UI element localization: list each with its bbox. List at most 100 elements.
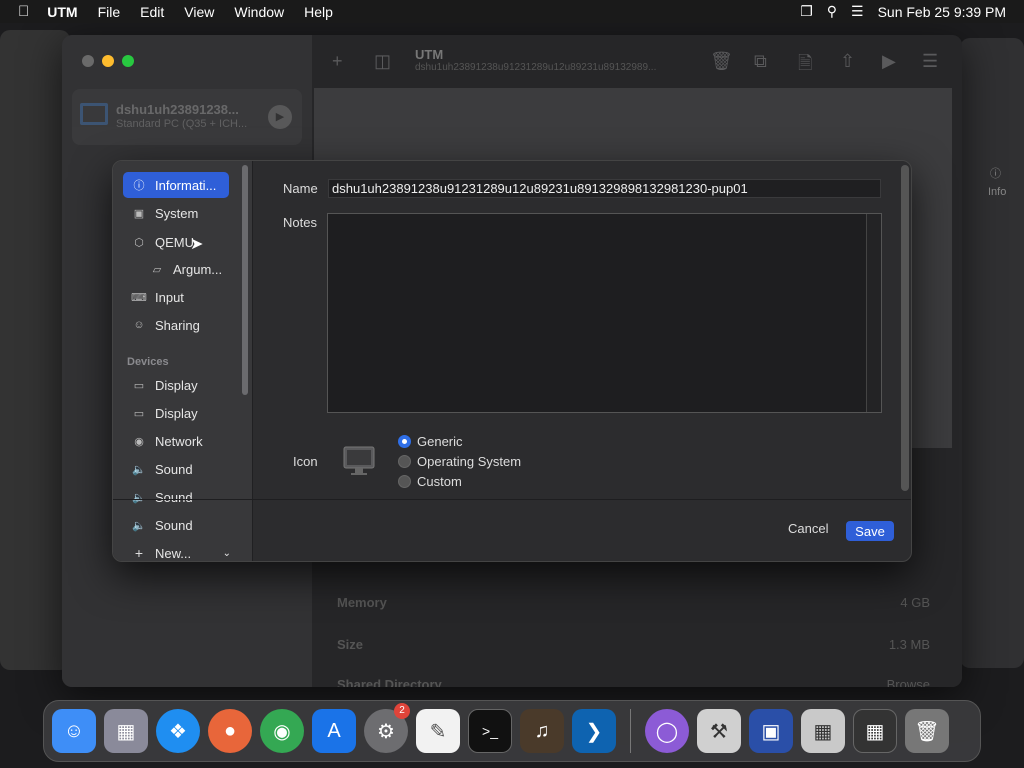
terminal-icon[interactable]: >_ (468, 709, 512, 753)
window-title-block: UTM dshu1uh23891238u91231289u12u89231u89… (415, 47, 656, 73)
window-switcher-icon[interactable]: ❐ (800, 3, 813, 20)
display-icon: ▭ (133, 407, 145, 420)
close-window-button[interactable] (82, 55, 94, 67)
sidebar-item-display[interactable]: ▭ Display (123, 372, 229, 398)
menu-file[interactable]: File (98, 4, 121, 20)
vm-settings-sheet: ⓘ Informati... ▣ System ⬡ QEMU ▱ Argum... ⌨ I… (112, 160, 912, 562)
chevron-down-icon: ⌄ (222, 547, 231, 559)
calculator-icon[interactable]: ▦ (853, 709, 897, 753)
disk-utility-icon[interactable]: ◯ (645, 709, 689, 753)
add-icon[interactable]: + (332, 51, 343, 72)
speaker-icon: 🔈 (132, 519, 146, 532)
menu-view[interactable]: View (184, 4, 214, 20)
radio-unselected (398, 455, 411, 468)
sidebar-item-information[interactable]: ⓘ Informati... (123, 172, 229, 198)
size-label: Size (337, 637, 364, 652)
information-pane: Name dshu1uh23891238u91231289u12u89231u8… (253, 161, 911, 561)
system-settings-icon[interactable]: ⚙ 2 (364, 703, 410, 753)
generic-monitor-icon (343, 446, 375, 475)
save-button[interactable]: Save (846, 521, 894, 541)
sidebar-item-sound[interactable]: 🔈 Sound (123, 484, 229, 510)
sidebar-item-display[interactable]: ▭ Display (123, 400, 229, 426)
content-scrollbar[interactable] (901, 165, 909, 491)
devices-header: Devices (127, 356, 169, 368)
new-device-label: New... (155, 545, 192, 561)
notes-label: Notes (283, 215, 317, 230)
control-center-icon[interactable]: ☰ (851, 3, 864, 20)
menu-app-name[interactable]: UTM (47, 4, 77, 20)
app-store-icon[interactable]: A (312, 709, 356, 753)
sidebar-item-qemu[interactable]: ⬡ QEMU (123, 229, 229, 255)
window-title: UTM (415, 47, 444, 62)
globe-icon: ◉ (134, 435, 144, 448)
icon-option-label: Generic (417, 434, 463, 449)
finder-icon[interactable]: ☺ (52, 709, 96, 753)
sidebar-item-network[interactable]: ◉ Network (123, 428, 229, 454)
menu-window[interactable]: Window (234, 4, 284, 20)
window-toolbar: + ◫ UTM dshu1uh23891238u91231289u12u8923… (312, 35, 962, 87)
apple-menu-icon[interactable]:  (18, 3, 29, 20)
chrome-icon[interactable]: ◉ (260, 709, 304, 753)
sidebar-item-arguments[interactable]: ▱ Argum... (141, 256, 231, 282)
sidebar-item-label: Sound (155, 489, 193, 505)
icon-option-label: Custom (417, 474, 462, 489)
memory-label: Memory (337, 595, 387, 610)
sidebar-scrollbar[interactable] (242, 165, 248, 395)
settings-icon[interactable]: ☰ (922, 51, 938, 72)
menu-help[interactable]: Help (304, 4, 333, 20)
name-field[interactable]: dshu1uh23891238u91231289u12u89231u891329… (328, 179, 881, 198)
trash-icon[interactable]: 🗑 (905, 709, 949, 753)
sidebar-item-system[interactable]: ▣ System (123, 200, 229, 226)
vscode-icon[interactable]: ❯ (572, 709, 616, 753)
browse-button[interactable]: Browse (887, 677, 930, 687)
traffic-lights (82, 55, 134, 67)
display-icon: ▭ (133, 379, 145, 392)
spotlight-icon[interactable]: ⚲ (827, 3, 837, 20)
notes-scrollbar[interactable] (866, 214, 881, 412)
speaker-icon: 🔈 (132, 463, 146, 476)
minimize-window-button[interactable] (102, 55, 114, 67)
sidebar-item-sound[interactable]: 🔈 Sound (123, 512, 229, 538)
clone-icon[interactable]: ⧉ (754, 51, 767, 72)
file-icon[interactable]: 🗎 (798, 51, 812, 81)
launchpad-icon[interactable]: ▦ (104, 709, 148, 753)
keyboard-icon: ⌨ (131, 291, 147, 304)
shared-directory-label: Shared Directory (337, 677, 442, 687)
textedit-icon[interactable]: ✎ (416, 709, 460, 753)
sidebar-toggle-icon[interactable]: ◫ (374, 51, 391, 72)
menu-bar:  UTM File Edit View Window Help ❐ ⚲ ☰ S… (0, 0, 1024, 23)
utilities-icon[interactable]: ⚒ (697, 709, 741, 753)
monitor-icon (80, 103, 108, 125)
background-window-left (0, 30, 70, 670)
run-icon[interactable]: ▶ (882, 51, 896, 72)
icon-option-generic[interactable]: Generic (398, 434, 463, 449)
sidebar-item-input[interactable]: ⌨ Input (123, 284, 229, 310)
sidebar-item-sound[interactable]: 🔈 Sound (123, 456, 229, 482)
boot-camp-icon[interactable]: ▦ (801, 709, 845, 753)
sidebar-item-label: Display (155, 377, 198, 393)
zoom-window-button[interactable] (122, 55, 134, 67)
menu-clock[interactable]: Sun Feb 25 9:39 PM (878, 4, 1006, 20)
vm-description: Standard PC (Q35 + ICH... (116, 118, 248, 130)
sidebar-item-label: Argum... (173, 261, 223, 277)
sidebar-item-sharing[interactable]: ☺ Sharing (123, 312, 229, 338)
play-icon[interactable]: ▶ (268, 105, 292, 129)
share-icon[interactable]: ⇧ (840, 51, 855, 72)
vm-list-item[interactable]: dshu1uh23891238... Standard PC (Q35 + IC… (72, 89, 302, 145)
sidebar-item-label: Network (155, 433, 203, 449)
cube-icon: ⬡ (134, 236, 144, 249)
sidebar-item-label: System (155, 205, 199, 221)
sidebar-item-label: Input (155, 289, 184, 305)
cancel-button[interactable]: Cancel (788, 521, 828, 536)
trash-icon[interactable]: 🗑 (710, 51, 733, 72)
icon-option-custom[interactable]: Custom (398, 474, 462, 489)
new-device-button[interactable]: + New... ⌄ (123, 540, 235, 561)
icon-label: Icon (293, 454, 318, 469)
notes-textarea[interactable] (327, 213, 882, 413)
firefox-icon[interactable]: ● (208, 709, 252, 753)
utm-icon[interactable]: ▣ (749, 709, 793, 753)
icon-option-operating-system[interactable]: Operating System (398, 454, 521, 469)
garageband-icon[interactable]: ♫ (520, 709, 564, 753)
safari-icon[interactable]: ❖ (156, 709, 200, 753)
menu-edit[interactable]: Edit (140, 4, 164, 20)
